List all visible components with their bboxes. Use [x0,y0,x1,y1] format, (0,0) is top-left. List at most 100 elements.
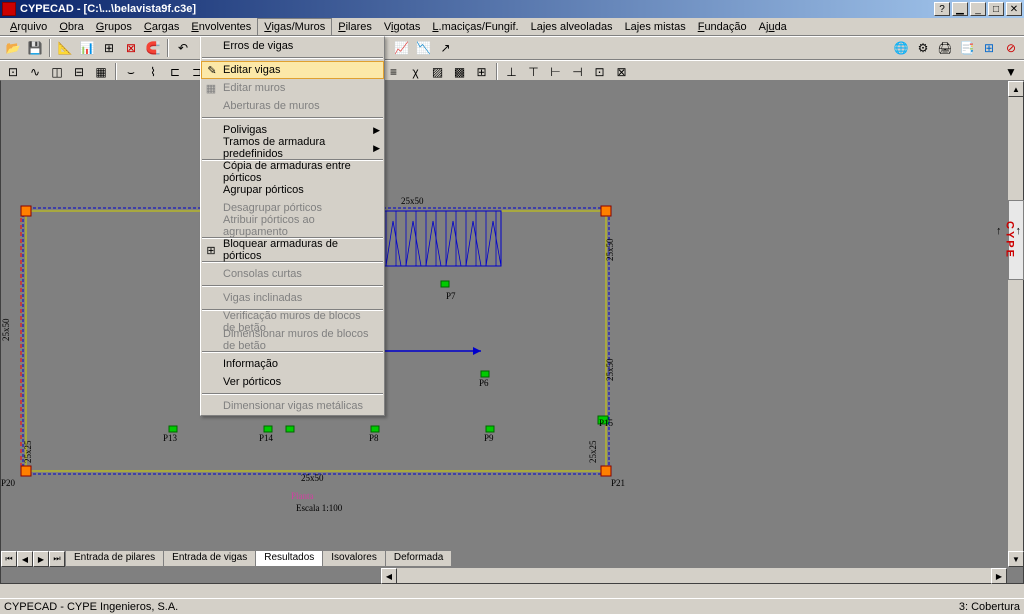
svg-text:25x50: 25x50 [401,196,424,206]
chart-icon[interactable]: 📉 [414,38,434,58]
open-icon[interactable]: 📂 [3,38,23,58]
menu-item-bloquear-armaduras-de-p-rticos[interactable]: ⊞Bloquear armaduras de pórticos [201,241,384,259]
scroll-up-icon[interactable]: ▲ [1008,81,1024,97]
close-button[interactable]: ✕ [1006,2,1022,16]
undo-icon[interactable]: ↶ [173,38,193,58]
down-icon[interactable]: ▼ [1001,62,1021,82]
menu-item-label: Vigas inclinadas [223,292,302,304]
save-icon[interactable]: 💾 [25,38,45,58]
menu-ajuda[interactable]: Ajuda [753,19,793,35]
svg-text:25x25: 25x25 [588,440,598,463]
tool-icon[interactable]: ⊢ [546,62,566,82]
menu-lajes-alv[interactable]: Lajes alveoladas [525,19,619,35]
tool-icon[interactable]: ⊞ [99,38,119,58]
tool-icon[interactable]: ⊤ [524,62,544,82]
separator [167,39,169,57]
tool-icon[interactable]: ▩ [450,62,470,82]
tool-icon[interactable]: ◫ [47,62,67,82]
tool-icon[interactable]: ▨ [428,62,448,82]
menu-item-atribuir-p-rticos-ao-agrupamento: Atribuir pórticos ao agrupamento [201,217,384,235]
menu-item-informa-o[interactable]: Informação [201,355,384,373]
menu-lmacicas[interactable]: L.maciças/Fungif. [426,19,524,35]
menu-item-label: Editar vigas [223,64,280,76]
menu-item-editar-vigas[interactable]: ✎Editar vigas [201,61,384,79]
tool-icon[interactable]: ⌣ [121,62,141,82]
menu-obra[interactable]: Obra [53,19,89,35]
tool-icon[interactable]: ⊥ [502,62,522,82]
menu-cargas[interactable]: Cargas [138,19,185,35]
scroll-left-icon[interactable]: ◀ [381,568,397,584]
menu-vigotas[interactable]: Vigotas [378,19,427,35]
svg-text:P21: P21 [611,478,625,488]
menu-fundacao[interactable]: Fundação [692,19,753,35]
settings-icon[interactable]: ⚙ [913,38,933,58]
tab-entrada-vigas[interactable]: Entrada de vigas [163,551,256,567]
tool-icon[interactable]: ⌇ [143,62,163,82]
menu-item-label: Consolas curtas [223,268,302,280]
tool-icon[interactable]: ⊡ [590,62,610,82]
tab-next-icon[interactable]: ▶ [33,551,49,567]
tab-resultados[interactable]: Resultados [255,551,323,567]
menu-item-erros-de-vigas[interactable]: Erros de vigas [201,37,384,55]
tool-icon[interactable]: χ [406,62,426,82]
menu-item-c-pia-de-armaduras-entre-p-rticos[interactable]: Cópia de armaduras entre pórticos [201,163,384,181]
exit-icon[interactable]: ⊘ [1001,38,1021,58]
grid-icon[interactable]: ⊠ [121,38,141,58]
layers-icon[interactable]: 📑 [957,38,977,58]
tab-deformada[interactable]: Deformada [385,551,452,567]
menu-vigas-muros[interactable]: Vigas/Muros [257,18,332,35]
magnet-icon[interactable]: 🧲 [143,38,163,58]
tool-icon[interactable]: ⊣ [568,62,588,82]
maximize-button[interactable]: □ [988,2,1004,16]
scroll-down-icon[interactable]: ▼ [1008,551,1024,567]
tool-icon[interactable]: ⊞ [472,62,492,82]
tool-icon[interactable]: ≡ [384,62,404,82]
separator [49,39,51,57]
arrow-up-icon: ↑ [996,225,1004,237]
vertical-scrollbar[interactable]: ▲ ▼ [1007,81,1023,567]
tab-entrada-pilares[interactable]: Entrada de pilares [65,551,164,567]
tool-icon[interactable]: ⊡ [3,62,23,82]
print-icon[interactable]: 🖨 [935,38,955,58]
scroll-right-icon[interactable]: ▶ [991,568,1007,584]
svg-text:P14: P14 [259,433,274,443]
menu-item-dimensionar-vigas-met-licas: Dimensionar vigas metálicas [201,397,384,415]
plan-title: Planta [291,491,314,501]
window-title: CYPECAD - [C:\...\belavista9f.c3e] [20,3,932,15]
mdi-minimize-button[interactable]: ▁ [952,2,968,16]
menu-grupos[interactable]: Grupos [90,19,138,35]
help-button[interactable]: ? [934,2,950,16]
tab-prev-icon[interactable]: ◀ [17,551,33,567]
menu-lajes-mistas[interactable]: Lajes mistas [619,19,692,35]
menu-item-label: Bloquear armaduras de pórticos [223,238,370,262]
tab-isovalores[interactable]: Isovalores [322,551,386,567]
chart-icon[interactable]: 📈 [392,38,412,58]
menu-arquivo[interactable]: Arquivo [4,19,53,35]
tab-first-icon[interactable]: ⏮ [1,551,17,567]
config-icon[interactable]: ⊞ [979,38,999,58]
menu-item-tramos-de-armadura-predefinidos[interactable]: Tramos de armadura predefinidos▶ [201,139,384,157]
tool-icon[interactable]: ⊠ [612,62,632,82]
tool-icon[interactable]: 📊 [77,38,97,58]
menu-item-label: Atribuir pórticos ao agrupamento [223,214,370,238]
menu-item-agrupar-p-rticos[interactable]: Agrupar pórticos [201,181,384,199]
menu-item-label: Desagrupar pórticos [223,202,322,214]
horizontal-scrollbar[interactable]: ◀ ▶ [381,567,1007,583]
tool-icon[interactable]: 📐 [55,38,75,58]
tab-last-icon[interactable]: ⏭ [49,551,65,567]
chart-icon[interactable]: ↗ [436,38,456,58]
menu-pilares[interactable]: Pilares [332,19,378,35]
globe-icon[interactable]: 🌐 [891,38,911,58]
tool-icon[interactable]: ⊟ [69,62,89,82]
minimize-button[interactable]: _ [970,2,986,16]
drawing-canvas[interactable]: h=25 P18 P7 P5 P6 P13 P14 [1,81,1007,567]
menu-item-ver-p-rticos[interactable]: Ver pórticos [201,373,384,391]
menu-envolventes[interactable]: Envolventes [185,19,257,35]
brand-sidebar[interactable]: ↑ CYPE ↑ [1008,200,1024,280]
tool-icon[interactable]: ∿ [25,62,45,82]
sheet-tabs: ⏮ ◀ ▶ ⏭ Entrada de pilares Entrada de vi… [1,551,451,567]
menubar: Arquivo Obra Grupos Cargas Envolventes V… [0,18,1024,36]
menu-item-label: Polivigas [223,124,267,136]
tool-icon[interactable]: ▦ [91,62,111,82]
tool-icon[interactable]: ⊏ [165,62,185,82]
